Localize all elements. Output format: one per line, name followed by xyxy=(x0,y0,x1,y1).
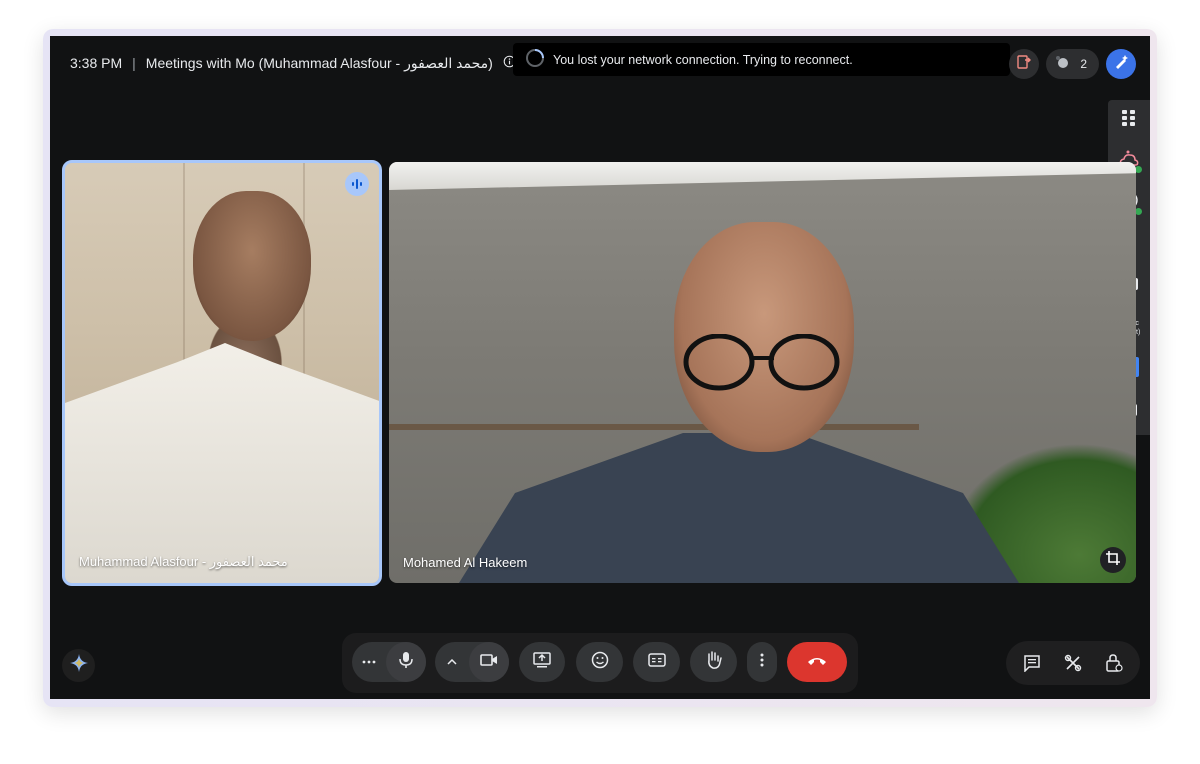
loading-spinner-icon xyxy=(525,48,545,71)
camera-button[interactable] xyxy=(468,642,509,682)
participant-count: 2 xyxy=(1080,57,1087,71)
participants-button[interactable]: 2 xyxy=(1046,49,1099,79)
participant-video xyxy=(459,433,1019,583)
more-options-icon[interactable] xyxy=(353,660,386,664)
captions-icon xyxy=(647,652,666,672)
gemini-sparkle-icon xyxy=(69,654,88,677)
apps-grid-icon xyxy=(1121,109,1137,132)
participant-name: Muhammad Alasfour - محمد العصفور xyxy=(79,554,288,569)
raise-hand-button[interactable] xyxy=(690,642,737,682)
raise-hand-icon xyxy=(705,650,723,675)
meeting-time: 3:38 PM xyxy=(70,55,123,71)
meeting-header: 3:38 PM | Meetings with Mo (Muhammad Ala… xyxy=(70,54,516,72)
ai-pen-icon xyxy=(1113,54,1129,75)
ai-pen-button[interactable] xyxy=(1106,49,1136,79)
end-call-icon xyxy=(807,653,827,671)
participant-video-face xyxy=(193,191,311,341)
apps-button[interactable] xyxy=(1108,100,1150,142)
reactions-button[interactable] xyxy=(576,642,623,682)
header-separator: | xyxy=(132,55,136,71)
side-panel-controls xyxy=(1006,641,1140,685)
chat-button[interactable] xyxy=(1014,645,1050,681)
top-right-controls: 2 xyxy=(1009,49,1136,79)
mic-icon xyxy=(398,651,413,674)
activities-icon xyxy=(1055,645,1091,681)
camera-options-chevron[interactable] xyxy=(436,659,469,665)
mic-control xyxy=(352,642,426,682)
mic-button[interactable] xyxy=(385,642,426,682)
network-toast: You lost your network connection. Trying… xyxy=(513,43,1010,76)
participant-name: Mohamed Al Hakeem xyxy=(403,555,528,570)
video-icon xyxy=(479,653,498,671)
gemini-button[interactable] xyxy=(62,649,95,682)
toast-message: You lost your network connection. Trying… xyxy=(553,52,853,67)
more-menu-button[interactable] xyxy=(747,642,777,682)
present-icon xyxy=(533,651,551,673)
emoji-icon xyxy=(591,651,609,674)
reframe-button[interactable] xyxy=(1100,547,1126,573)
glasses-graphic xyxy=(683,334,840,391)
chat-icon xyxy=(1014,645,1050,681)
camera-control xyxy=(435,642,509,682)
speaking-indicator-icon xyxy=(345,172,369,196)
host-controls-icon xyxy=(1096,645,1132,681)
tile-background-shelf xyxy=(389,424,919,430)
captions-button[interactable] xyxy=(633,642,680,682)
people-icon xyxy=(1054,54,1072,75)
share-note-button[interactable] xyxy=(1009,49,1040,79)
kebab-menu-icon xyxy=(760,653,764,672)
crop-icon xyxy=(1106,550,1120,570)
end-call-button[interactable] xyxy=(787,642,847,682)
share-note-icon xyxy=(1016,54,1032,75)
activities-button[interactable] xyxy=(1055,645,1091,681)
meet-screen: 3:38 PM | Meetings with Mo (Muhammad Ala… xyxy=(50,36,1150,699)
meeting-title: Meetings with Mo (Muhammad Alasfour - مح… xyxy=(145,54,493,71)
tile-background xyxy=(389,162,1136,190)
video-tile-active-speaker[interactable]: Muhammad Alasfour - محمد العصفور xyxy=(62,160,382,586)
video-tile-self[interactable]: Mohamed Al Hakeem xyxy=(389,162,1136,583)
present-button[interactable] xyxy=(519,642,565,682)
host-controls-button[interactable] xyxy=(1096,645,1132,681)
